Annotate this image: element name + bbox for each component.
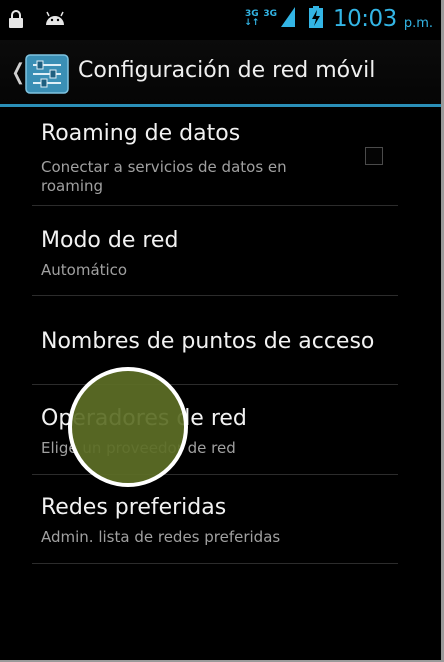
settings-sliders-icon[interactable] <box>25 54 69 94</box>
item-summary: Admin. lista de redes preferidas <box>41 528 281 546</box>
item-summary: Elige un proveedor de red <box>41 439 236 457</box>
data-3g-icon-2: 3G <box>263 9 278 19</box>
lock-icon <box>8 10 24 32</box>
page-title: Configuración de red móvil <box>78 58 376 83</box>
item-title: Redes preferidas <box>41 495 227 520</box>
signal-icon <box>281 7 296 31</box>
clock-ampm: p.m. <box>403 15 433 31</box>
phone-screen: 3G ↓↑ 3G 10:03 p.m. ❬ Configuración de r… <box>0 0 444 662</box>
android-icon <box>44 11 66 31</box>
item-title: Roaming de datos <box>41 121 241 146</box>
item-access-point-names[interactable]: Nombres de puntos de acceso <box>0 296 441 384</box>
battery-charging-icon <box>309 6 324 32</box>
status-bar: 3G ↓↑ 3G 10:03 p.m. <box>0 0 441 40</box>
item-summary: Conectar a servicios de datos en roaming <box>41 158 287 195</box>
data-roaming-checkbox[interactable] <box>365 147 383 165</box>
status-right-icons: 3G ↓↑ 3G 10:03 p.m. <box>244 6 433 32</box>
status-left-icons <box>8 10 66 32</box>
item-network-mode[interactable]: Modo de red Automático <box>0 206 441 294</box>
item-title: Operadores de red <box>41 406 247 431</box>
item-title: Modo de red <box>41 228 179 253</box>
item-preferred-networks[interactable]: Redes preferidas Admin. lista de redes p… <box>0 475 441 563</box>
item-title: Nombres de puntos de acceso <box>41 329 375 354</box>
item-network-operators[interactable]: Operadores de red Elige un proveedor de … <box>0 385 441 474</box>
item-data-roaming[interactable]: Roaming de datos Conectar a servicios de… <box>0 107 441 205</box>
item-summary: Automático <box>41 261 128 279</box>
data-3g-icon-1: 3G ↓↑ <box>244 9 260 28</box>
action-bar: ❬ Configuración de red móvil <box>0 40 441 107</box>
clock-time: 10:03 <box>333 6 397 32</box>
divider <box>32 563 398 564</box>
